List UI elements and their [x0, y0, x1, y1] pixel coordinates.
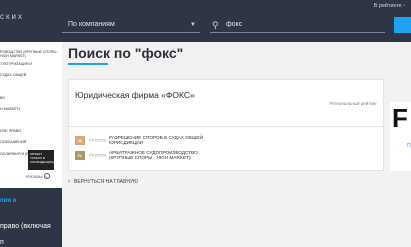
rank-badge: III [75, 136, 85, 145]
sidebar-item[interactable]: ВО [0, 96, 62, 100]
practice-area[interactable]: АРБИТРАЖНОЕ СУДОПРОИЗВОДСТВО (КРУПНЫЕ СП… [109, 150, 219, 161]
sidebar-dark-item[interactable]: п [0, 239, 4, 246]
sidebar-dark-heading: пии и [0, 198, 17, 204]
logo[interactable]: ских [0, 12, 24, 21]
sidebar-item[interactable]: НОЕ ПРАВО [0, 129, 62, 133]
rank-group-label: ГРУППА [89, 138, 107, 143]
sidebar-item[interactable]: ровоДСТВО (КРУПНЫЕ СПОРЫ - HIGH MARKET) [0, 50, 62, 59]
ad-badge[interactable]: ОБЪЕКТ ТОЛЬКО В КОНФИДЕНЦИАЛЬНОСТИ [28, 150, 68, 170]
search-icon: ⚲ [212, 20, 219, 30]
search-button[interactable] [394, 17, 411, 33]
search-field[interactable]: ⚲ фокс [210, 17, 385, 33]
rank-group-label: ГРУППА [89, 153, 107, 158]
practice-area[interactable]: РАЗРЕШЕНИЕ СПОРОВ В СУДАХ ОБЩЕЙ ЮРИСДИКЦ… [109, 135, 219, 146]
regional-rating-label: Региональный рейтинг [329, 101, 377, 106]
ad-label: РЕКЛАМА i [26, 173, 50, 179]
sidebar-dark-panel [0, 188, 62, 247]
side-panel-letter: F [392, 103, 408, 133]
search-input-value: фокс [226, 21, 243, 28]
sidebar-item[interactable]: СУДАХ ОБЩЕЙ [0, 73, 62, 77]
top-bar: ских По компаниям ▼ ⚲ фокс В рейтинге • [0, 0, 411, 42]
company-select[interactable]: По компаниям ▼ [62, 17, 200, 33]
chevron-left-icon: ‹ [68, 179, 70, 185]
page-title: Поиск по "фокс" [68, 45, 184, 61]
rating-link[interactable]: В рейтинге • [374, 3, 405, 9]
back-link-label: ВЕРНУТЬСЯ НА ГЛАВНУЮ [74, 179, 139, 185]
sidebar-dark-item[interactable]: право (включая [0, 223, 51, 230]
rating-link-dot: • [403, 3, 405, 9]
info-icon[interactable]: i [43, 173, 50, 179]
rank-badge: IV [75, 151, 85, 160]
divider [69, 126, 385, 127]
chevron-down-icon: ▼ [190, 22, 196, 28]
company-select-value: По компаниям [68, 21, 115, 28]
company-name[interactable]: Юридическая фирма «ФОКС» [75, 90, 195, 100]
result-card: Юридическая фирма «ФОКС» Региональный ре… [68, 79, 385, 171]
back-link[interactable]: ‹ ВЕРНУТЬСЯ НА ГЛАВНУЮ [68, 179, 138, 185]
side-panel-link[interactable]: П [407, 143, 411, 149]
ad-label-text: РЕКЛАМА [26, 175, 43, 179]
sidebar-item[interactable]: H MARKET) [0, 107, 62, 111]
sidebar-item[interactable]: ооБЛАЖЕНИЯ [0, 140, 62, 144]
sidebar-item[interactable]: ТУКТУРИЗАЦИЯ И [0, 62, 62, 66]
title-underline [68, 63, 108, 65]
rating-link-label: В рейтинге [373, 3, 402, 9]
